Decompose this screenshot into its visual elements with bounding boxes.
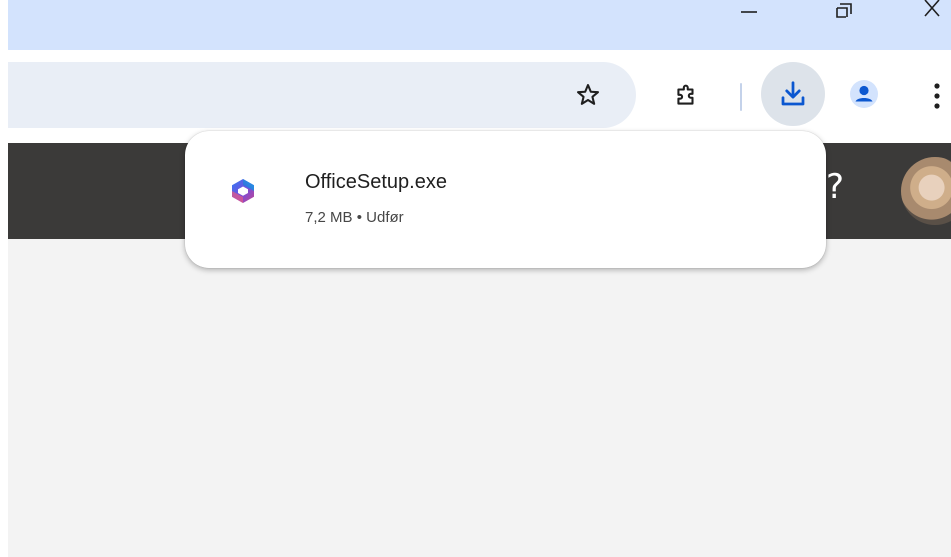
download-file-name[interactable]: OfficeSetup.exe <box>305 171 447 194</box>
address-bar[interactable] <box>8 62 636 128</box>
extensions-button[interactable] <box>666 76 706 116</box>
restore-icon <box>836 3 852 18</box>
restore-button[interactable] <box>833 0 855 22</box>
title-bar <box>8 0 951 50</box>
browser-menu-button[interactable] <box>922 76 951 116</box>
profile-button[interactable] <box>844 74 884 114</box>
download-item[interactable] <box>229 177 257 205</box>
downloads-button[interactable] <box>761 62 825 126</box>
browser-toolbar <box>8 50 951 143</box>
more-vert-icon <box>934 83 940 109</box>
microsoft-365-icon <box>232 179 254 203</box>
help-icon[interactable]: ? <box>826 165 844 209</box>
close-icon <box>924 0 940 17</box>
page-body <box>8 239 951 557</box>
user-avatar[interactable] <box>901 157 951 225</box>
bookmark-button[interactable] <box>568 75 608 115</box>
close-button[interactable] <box>920 0 944 22</box>
meta-separator: • <box>356 209 362 226</box>
profile-icon <box>850 80 878 108</box>
minimize-icon <box>741 11 757 13</box>
toolbar-separator <box>740 83 742 111</box>
download-bubble: OfficeSetup.exe 7,2 MB • Udfør <box>185 131 826 268</box>
puzzle-extensions-icon <box>677 84 694 105</box>
download-file-meta: 7,2 MB • Udfør <box>305 209 404 226</box>
minimize-button[interactable] <box>737 0 761 22</box>
download-status-action[interactable]: Udfør <box>366 209 404 226</box>
download-icon <box>781 81 805 106</box>
download-file-size: 7,2 MB <box>305 209 353 226</box>
star-icon <box>577 84 599 105</box>
